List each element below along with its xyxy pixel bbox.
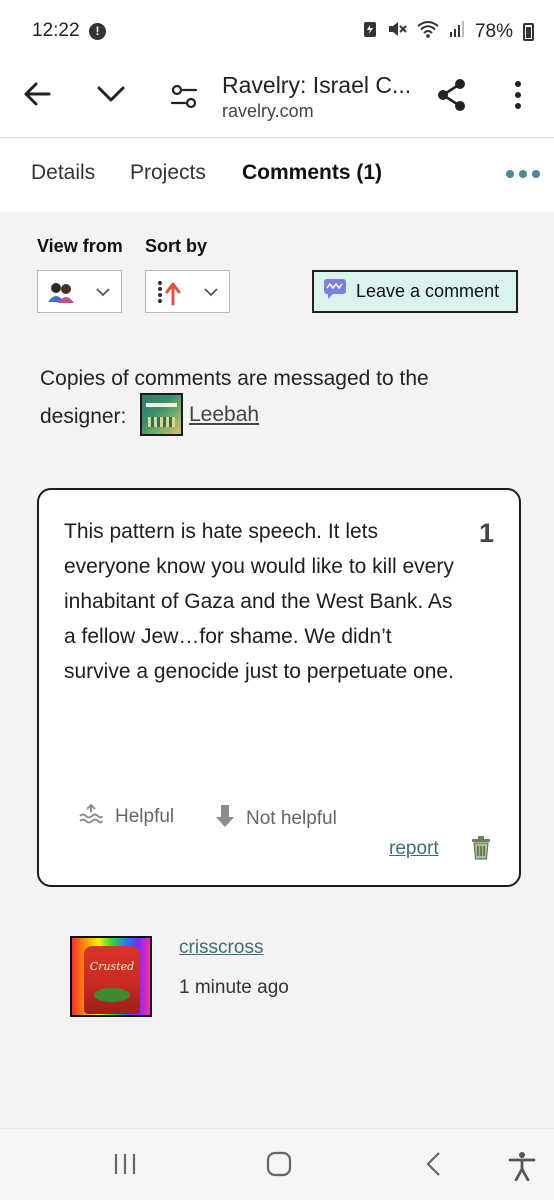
comment-text: This pattern is hate speech. It lets eve… bbox=[64, 520, 454, 683]
battery-percent: 78% bbox=[474, 21, 513, 42]
designer-note: Copies of comments are messaged to the d… bbox=[40, 360, 510, 436]
page-title: Ravelry: Israel C... bbox=[222, 72, 412, 98]
status-bar: 12:22 ! 78% bbox=[0, 0, 554, 64]
mute-icon bbox=[387, 20, 407, 44]
tab-details[interactable]: Details bbox=[31, 161, 95, 185]
trash-icon[interactable] bbox=[471, 836, 491, 865]
designer-avatar[interactable] bbox=[140, 393, 183, 436]
more-tabs-icon[interactable] bbox=[506, 170, 540, 178]
helpful-icon bbox=[79, 803, 103, 830]
status-time: 12:22 bbox=[32, 20, 80, 41]
system-nav-bar bbox=[0, 1128, 554, 1200]
designer-link-row: Leebah bbox=[134, 393, 259, 436]
page-url: ravelry.com bbox=[222, 101, 314, 121]
down-arrow-icon bbox=[216, 804, 234, 834]
tab-bar: Details Projects Comments (1) bbox=[0, 138, 554, 212]
report-link[interactable]: report bbox=[389, 838, 439, 860]
avatar-can-image bbox=[84, 946, 140, 1014]
author-avatar[interactable]: Crusted bbox=[70, 936, 152, 1017]
avatar-leaf bbox=[94, 988, 130, 1002]
comment-card: This pattern is hate speech. It lets eve… bbox=[37, 488, 521, 887]
designer-link[interactable]: Leebah bbox=[189, 403, 259, 427]
not-helpful-label: Not helpful bbox=[246, 808, 337, 829]
helpful-label: Helpful bbox=[115, 806, 175, 827]
status-icons: 78% bbox=[363, 20, 534, 44]
chevron-down-icon bbox=[204, 284, 218, 302]
comment-number: 1 bbox=[478, 518, 494, 548]
battery-saver-icon bbox=[363, 20, 377, 44]
battery-icon bbox=[523, 23, 534, 41]
wifi-icon bbox=[417, 20, 439, 44]
helpful-button[interactable]: Helpful bbox=[79, 803, 175, 830]
share-icon[interactable] bbox=[436, 78, 468, 117]
home-icon[interactable] bbox=[266, 1151, 292, 1182]
view-from-select[interactable] bbox=[37, 270, 122, 313]
address-area[interactable]: Ravelry: Israel C... ravelry.com bbox=[222, 70, 427, 122]
sort-order-icon bbox=[154, 280, 184, 311]
view-from-label: View from bbox=[37, 236, 123, 256]
leave-comment-label: Leave a comment bbox=[356, 281, 500, 301]
alert-icon: ! bbox=[89, 23, 106, 40]
leave-comment-button[interactable]: Leave a comment bbox=[312, 270, 518, 313]
browser-toolbar: Ravelry: Israel C... ravelry.com bbox=[0, 64, 554, 138]
overflow-menu-icon[interactable] bbox=[513, 80, 523, 115]
signal-icon bbox=[449, 20, 465, 44]
people-icon bbox=[46, 280, 76, 309]
back-nav-icon[interactable] bbox=[424, 1151, 444, 1182]
chevron-down-icon[interactable] bbox=[96, 84, 126, 109]
back-arrow-icon[interactable] bbox=[22, 80, 52, 113]
author-username[interactable]: crisscross bbox=[179, 937, 263, 959]
chevron-down-icon bbox=[96, 284, 110, 302]
not-helpful-button[interactable]: Not helpful bbox=[216, 804, 337, 834]
recent-apps-icon[interactable] bbox=[112, 1151, 138, 1182]
accessibility-icon[interactable] bbox=[508, 1151, 536, 1186]
designer-note-text: Copies of comments are messaged to the d… bbox=[40, 367, 429, 428]
tab-comments[interactable]: Comments (1) bbox=[242, 161, 382, 185]
comment-timestamp: 1 minute ago bbox=[179, 977, 289, 998]
tab-projects[interactable]: Projects bbox=[130, 161, 206, 185]
comment-bubble-icon bbox=[323, 278, 347, 305]
sort-by-select[interactable] bbox=[145, 270, 230, 313]
site-settings-icon[interactable] bbox=[170, 84, 198, 115]
avatar-can-label: Crusted bbox=[89, 960, 135, 973]
sort-by-label: Sort by bbox=[145, 236, 208, 256]
